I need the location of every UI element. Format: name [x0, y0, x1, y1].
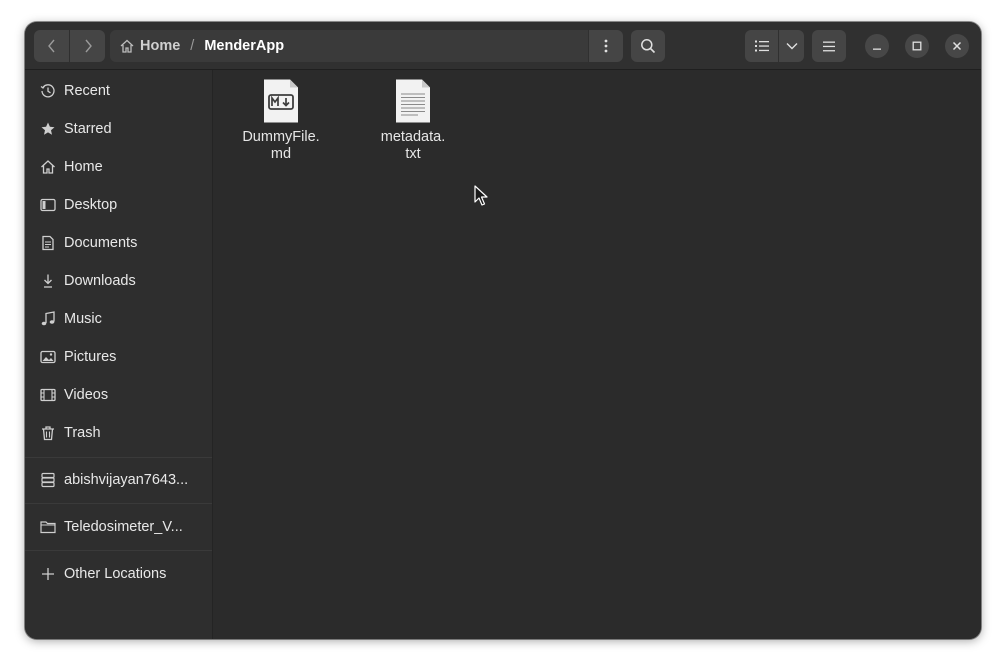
- sidebar-item-desktop[interactable]: Desktop: [25, 187, 212, 223]
- sidebar-item-documents[interactable]: Documents: [25, 225, 212, 261]
- download-icon: [39, 272, 57, 290]
- sidebar-item-label: Teledosimeter_V...: [64, 519, 183, 535]
- drive-icon: [39, 471, 57, 489]
- video-icon: [39, 386, 57, 404]
- sidebar-separator: [25, 503, 212, 504]
- star-icon: [39, 120, 57, 138]
- sidebar-separator: [25, 550, 212, 551]
- sidebar-item-bookmark[interactable]: Teledosimeter_V...: [25, 509, 212, 545]
- sidebar-item-videos[interactable]: Videos: [25, 377, 212, 413]
- sidebar-item-label: abishvijayan7643...: [64, 472, 189, 488]
- sidebar-item-label: Other Locations: [64, 566, 167, 582]
- file-view[interactable]: DummyFile. md metadata. txt: [213, 70, 981, 639]
- maximize-icon: [912, 41, 922, 51]
- close-icon: [952, 41, 962, 51]
- home-icon: [39, 158, 57, 176]
- forward-button[interactable]: [70, 30, 105, 62]
- music-icon: [39, 310, 57, 328]
- sidebar-item-pictures[interactable]: Pictures: [25, 339, 212, 375]
- sidebar-item-music[interactable]: Music: [25, 301, 212, 337]
- desktop-icon: [39, 196, 57, 214]
- home-icon: [120, 39, 134, 53]
- back-button[interactable]: [34, 30, 69, 62]
- sidebar-item-other-locations[interactable]: Other Locations: [25, 556, 212, 592]
- close-button[interactable]: [945, 34, 969, 58]
- breadcrumb-separator: /: [190, 38, 195, 54]
- file-name: metadata. txt: [380, 129, 446, 162]
- breadcrumb-home[interactable]: Home: [119, 38, 180, 54]
- sidebar-item-label: Pictures: [64, 349, 117, 365]
- breadcrumb-current[interactable]: MenderApp: [204, 38, 284, 54]
- search-button[interactable]: [631, 30, 665, 62]
- sidebar: Recent Starred Home Desktop Documents Do…: [25, 70, 213, 639]
- sidebar-item-label: Videos: [64, 387, 109, 403]
- sidebar-item-label: Starred: [64, 121, 112, 137]
- file-item-dummyfile[interactable]: DummyFile. md: [226, 78, 336, 163]
- breadcrumb-home-label: Home: [140, 38, 181, 54]
- sidebar-item-label: Documents: [64, 235, 138, 251]
- sidebar-item-label: Home: [64, 159, 103, 175]
- sidebar-item-starred[interactable]: Starred: [25, 111, 212, 147]
- mouse-pointer-icon: [474, 185, 488, 206]
- sidebar-item-trash[interactable]: Trash: [25, 415, 212, 451]
- sidebar-item-label: Recent: [64, 83, 110, 99]
- sidebar-item-home[interactable]: Home: [25, 149, 212, 185]
- trash-icon: [39, 424, 57, 442]
- chevron-right-icon: [84, 39, 92, 53]
- list-view-button[interactable]: [745, 30, 778, 62]
- list-view-icon: [754, 40, 769, 52]
- hamburger-menu-icon: [823, 41, 835, 51]
- sidebar-item-label: Downloads: [64, 273, 136, 289]
- minimize-icon: [873, 48, 881, 50]
- breadcrumb: Home / MenderApp: [110, 30, 588, 62]
- markdown-file-icon: [264, 79, 298, 123]
- navigation-buttons: [34, 30, 105, 62]
- file-name: DummyFile. md: [242, 129, 320, 162]
- sidebar-item-recent[interactable]: Recent: [25, 73, 212, 109]
- picture-icon: [39, 348, 57, 366]
- sidebar-item-drive[interactable]: abishvijayan7643...: [25, 462, 212, 498]
- minimize-button[interactable]: [865, 34, 889, 58]
- clock-icon: [39, 82, 57, 100]
- chevron-left-icon: [47, 39, 55, 53]
- maximize-button[interactable]: [905, 34, 929, 58]
- path-menu-button[interactable]: [589, 30, 623, 62]
- vertical-dots-icon: [604, 39, 608, 53]
- sidebar-item-downloads[interactable]: Downloads: [25, 263, 212, 299]
- document-icon: [39, 234, 57, 252]
- sidebar-item-label: Desktop: [64, 197, 118, 213]
- file-manager-window: Home / MenderApp Recent Starred Home Des…: [25, 22, 981, 639]
- search-icon: [641, 39, 656, 54]
- file-item-metadata[interactable]: metadata. txt: [358, 78, 468, 163]
- chevron-down-icon: [786, 43, 797, 50]
- view-options-button[interactable]: [779, 30, 804, 62]
- sidebar-item-label: Music: [64, 311, 102, 327]
- sidebar-separator: [25, 457, 212, 458]
- folder-icon: [39, 518, 57, 536]
- header-bar: Home / MenderApp: [25, 22, 981, 70]
- sidebar-item-label: Trash: [64, 425, 101, 441]
- main-menu-button[interactable]: [812, 30, 846, 62]
- text-file-icon: [396, 79, 430, 123]
- plus-icon: [39, 565, 57, 583]
